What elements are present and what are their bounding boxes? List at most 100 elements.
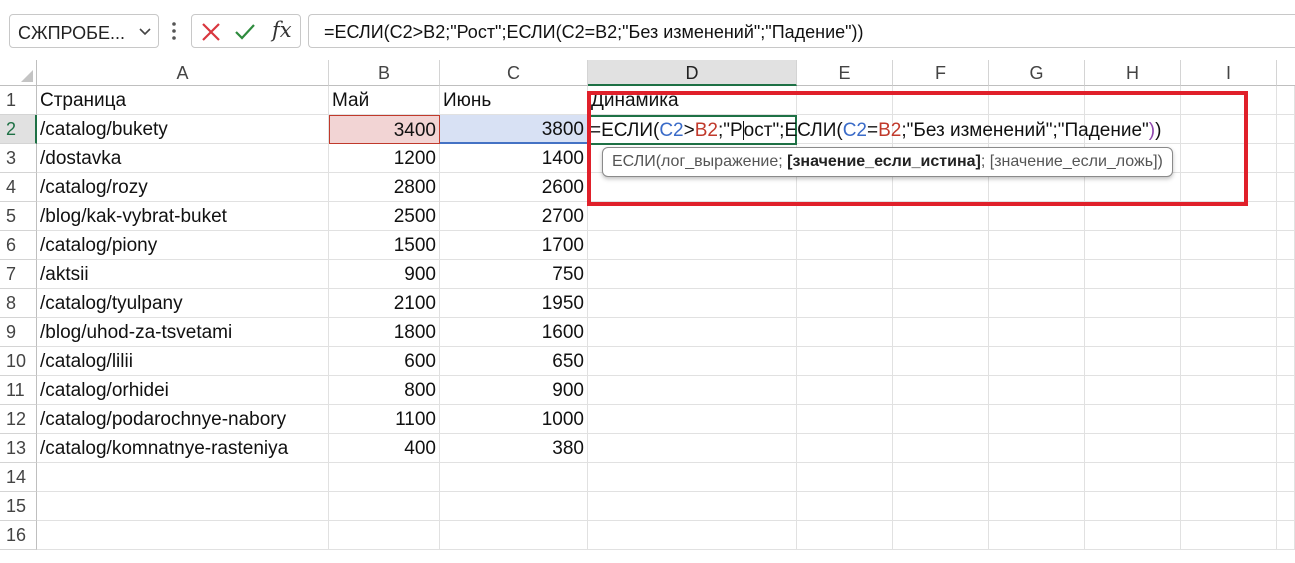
cell-a13[interactable]: /catalog/komnatnye-rasteniya [37, 434, 329, 463]
empty-cell[interactable] [1085, 492, 1181, 521]
empty-cell[interactable] [1181, 260, 1277, 289]
empty-cell[interactable] [893, 289, 989, 318]
cell-b5[interactable]: 2500 [329, 202, 440, 231]
row-header-2[interactable]: 2 [0, 115, 37, 144]
cell-b7[interactable]: 900 [329, 260, 440, 289]
cell-a10[interactable]: /catalog/lilii [37, 347, 329, 376]
empty-cell[interactable] [1181, 521, 1277, 550]
empty-cell[interactable] [1181, 115, 1277, 144]
empty-cell[interactable] [1277, 202, 1295, 231]
cell-a7[interactable]: /aktsii [37, 260, 329, 289]
column-header-h[interactable]: H [1085, 60, 1181, 86]
cancel-icon[interactable] [200, 21, 222, 43]
empty-cell[interactable] [893, 492, 989, 521]
empty-cell[interactable] [797, 318, 893, 347]
empty-cell[interactable] [1181, 289, 1277, 318]
empty-cell[interactable] [440, 492, 588, 521]
cell-a8[interactable]: /catalog/tyulpany [37, 289, 329, 318]
cell-a12[interactable]: /catalog/podarochnye-nabory [37, 405, 329, 434]
empty-cell[interactable] [588, 289, 797, 318]
empty-cell[interactable] [1181, 492, 1277, 521]
empty-cell[interactable] [588, 434, 797, 463]
row-header-3[interactable]: 3 [0, 144, 37, 173]
empty-cell[interactable] [1277, 231, 1295, 260]
empty-cell[interactable] [797, 521, 893, 550]
row-header-12[interactable]: 12 [0, 405, 37, 434]
empty-cell[interactable] [1277, 289, 1295, 318]
cell-b6[interactable]: 1500 [329, 231, 440, 260]
cell-b2[interactable]: 3400 [329, 115, 440, 144]
empty-cell[interactable] [588, 173, 797, 202]
empty-cell[interactable] [797, 202, 893, 231]
empty-cell[interactable] [989, 376, 1085, 405]
cell-a1[interactable]: Страница [37, 86, 329, 115]
empty-cell[interactable] [440, 521, 588, 550]
row-header-6[interactable]: 6 [0, 231, 37, 260]
empty-cell[interactable] [893, 231, 989, 260]
cell-b11[interactable]: 800 [329, 376, 440, 405]
empty-cell[interactable] [37, 463, 329, 492]
empty-cell[interactable] [1085, 347, 1181, 376]
row-header-13[interactable]: 13 [0, 434, 37, 463]
cell-b8[interactable]: 2100 [329, 289, 440, 318]
column-header-a[interactable]: A [37, 60, 329, 86]
empty-cell[interactable] [797, 463, 893, 492]
empty-cell[interactable] [1085, 318, 1181, 347]
cell-c10[interactable]: 650 [440, 347, 588, 376]
empty-cell[interactable] [588, 202, 797, 231]
row-header-14[interactable]: 14 [0, 463, 37, 492]
row-header-9[interactable]: 9 [0, 318, 37, 347]
cell-b13[interactable]: 400 [329, 434, 440, 463]
empty-cell[interactable] [37, 492, 329, 521]
empty-cell[interactable] [797, 260, 893, 289]
empty-cell[interactable] [893, 260, 989, 289]
empty-cell[interactable] [1181, 376, 1277, 405]
in-cell-formula-editor[interactable]: =ЕСЛИ(C2>B2;"Рост";ЕСЛИ(C2=B2;"Без измен… [590, 116, 1161, 145]
empty-cell[interactable] [893, 376, 989, 405]
empty-cell[interactable] [989, 260, 1085, 289]
empty-cell[interactable] [1085, 260, 1181, 289]
empty-cell[interactable] [797, 173, 893, 202]
column-header-c[interactable]: C [440, 60, 588, 86]
empty-cell[interactable] [588, 318, 797, 347]
empty-cell[interactable] [37, 521, 329, 550]
empty-cell[interactable] [893, 463, 989, 492]
empty-cell[interactable] [1085, 463, 1181, 492]
empty-cell[interactable] [329, 492, 440, 521]
row-header-4[interactable]: 4 [0, 173, 37, 202]
row-header-10[interactable]: 10 [0, 347, 37, 376]
empty-cell[interactable] [1277, 318, 1295, 347]
empty-cell[interactable] [588, 521, 797, 550]
cell-b1[interactable]: Май [329, 86, 440, 115]
empty-cell[interactable] [989, 434, 1085, 463]
row-header-15[interactable]: 15 [0, 492, 37, 521]
column-header-e[interactable]: E [797, 60, 893, 86]
empty-cell[interactable] [797, 405, 893, 434]
cell-c12[interactable]: 1000 [440, 405, 588, 434]
cell-b12[interactable]: 1100 [329, 405, 440, 434]
empty-cell[interactable] [893, 86, 989, 115]
cell-a2[interactable]: /catalog/bukety [37, 115, 329, 144]
empty-cell[interactable] [989, 86, 1085, 115]
cell-a6[interactable]: /catalog/piony [37, 231, 329, 260]
empty-cell[interactable] [1085, 376, 1181, 405]
more-options-icon[interactable] [171, 20, 177, 42]
empty-cell[interactable] [1085, 86, 1181, 115]
row-header-1[interactable]: 1 [0, 86, 37, 115]
empty-cell[interactable] [440, 463, 588, 492]
empty-cell[interactable] [797, 289, 893, 318]
empty-cell[interactable] [1277, 260, 1295, 289]
empty-cell[interactable] [1277, 434, 1295, 463]
cell-c13[interactable]: 380 [440, 434, 588, 463]
empty-cell[interactable] [989, 405, 1085, 434]
row-header-8[interactable]: 8 [0, 289, 37, 318]
empty-cell[interactable] [1277, 347, 1295, 376]
empty-cell[interactable] [989, 289, 1085, 318]
empty-cell[interactable] [1085, 231, 1181, 260]
empty-cell[interactable] [1277, 521, 1295, 550]
empty-cell[interactable] [797, 492, 893, 521]
empty-cell[interactable] [588, 231, 797, 260]
empty-cell[interactable] [1181, 231, 1277, 260]
empty-cell[interactable] [989, 318, 1085, 347]
empty-cell[interactable] [329, 463, 440, 492]
